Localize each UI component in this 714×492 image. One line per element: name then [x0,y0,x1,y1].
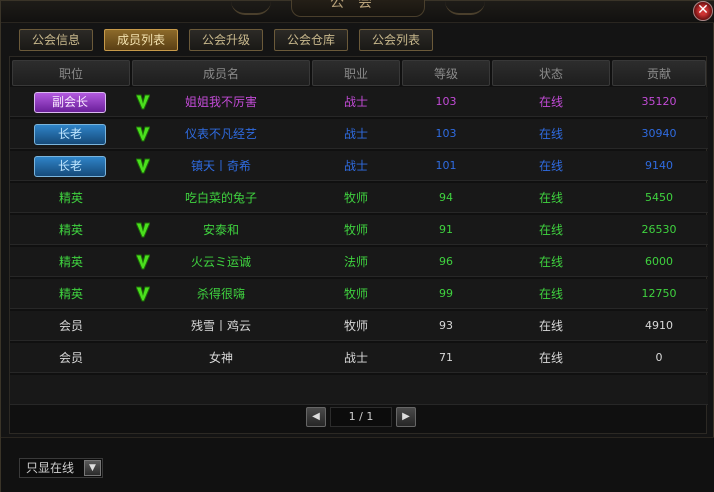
member-class: 战士 [343,351,368,365]
member-status: 在线 [538,223,563,237]
tab-guild-info[interactable]: 公会信息 [19,29,93,51]
member-status: 在线 [538,351,563,365]
member-name: 姐姐我不厉害 [184,95,257,109]
title-ornament-right [445,1,485,15]
triangle-right-icon[interactable]: ▶ [396,407,416,427]
member-level: 93 [439,319,453,332]
member-class: 牧师 [343,287,368,301]
member-table: 职位 成员名 职业 等级 状态 贡献 副会长 姐姐我不厉害 战士 103 在线 35120… [9,56,708,434]
title-ornament-left [231,1,271,15]
close-icon[interactable]: ✕ [693,1,713,21]
member-status: 在线 [538,95,563,109]
member-contribution: 26530 [641,223,677,236]
member-class: 牧师 [343,319,368,333]
member-name: 安泰和 [202,223,239,237]
member-name: 残雪丨鸡云 [190,319,251,333]
table-row[interactable]: 长老 仪表不凡经艺 战士 103 在线 30940 [10,119,708,149]
position-badge: 副会长 [34,92,106,113]
position-cell: 会员 [58,319,83,333]
position-badge: 长老 [34,156,106,177]
member-status: 在线 [538,287,563,301]
member-contribution: 5450 [645,191,673,204]
member-status: 在线 [538,159,563,173]
member-name: 火云ミ运诚 [190,255,251,269]
column-header-level[interactable]: 等级 [402,60,490,86]
tab-guild-upgrade[interactable]: 公会升级 [189,29,263,51]
member-class: 战士 [343,159,368,173]
member-level: 71 [439,351,453,364]
column-header-name[interactable]: 成员名 [132,60,310,86]
table-row[interactable]: 精英 吃白菜的兔子 牧师 94 在线 5450 [10,183,708,213]
online-filter-dropdown[interactable]: 只显在线 ▼ [19,458,103,478]
column-header-status[interactable]: 状态 [492,60,610,86]
member-contribution: 30940 [641,127,677,140]
empty-row [10,375,708,405]
member-class: 牧师 [343,223,368,237]
tab-guild-list[interactable]: 公会列表 [359,29,433,51]
member-status: 在线 [538,319,563,333]
table-row[interactable]: 精英 安泰和 牧师 91 在线 26530 [10,215,708,245]
member-status: 在线 [538,127,563,141]
window-title: 公会 [291,0,425,17]
member-contribution: 9140 [645,159,673,172]
position-cell: 精英 [58,191,83,205]
member-level: 94 [439,191,453,204]
table-row[interactable]: 副会长 姐姐我不厉害 战士 103 在线 35120 [10,87,708,117]
member-status: 在线 [538,191,563,205]
filter-label: 只显在线 [26,461,75,475]
member-level: 99 [439,287,453,300]
table-row[interactable]: 会员 女神 战士 71 在线 0 [10,343,708,373]
member-level: 96 [439,255,453,268]
member-level: 91 [439,223,453,236]
table-row[interactable]: 会员 残雪丨鸡云 牧师 93 在线 4910 [10,311,708,341]
member-status: 在线 [538,255,563,269]
position-badge: 长老 [34,124,106,145]
table-header: 职位 成员名 职业 等级 状态 贡献 [10,60,708,86]
member-contribution: 0 [655,351,663,364]
title-bar: 公会 ✕ [1,0,714,23]
member-name: 镇天丨奇希 [190,159,251,173]
tab-guild-storage[interactable]: 公会仓库 [274,29,348,51]
member-class: 战士 [343,95,368,109]
member-name: 杀得很嗨 [196,287,245,301]
member-contribution: 12750 [641,287,677,300]
position-cell: 精英 [58,223,83,237]
member-contribution: 4910 [645,319,673,332]
position-cell: 精英 [58,287,83,301]
member-level: 101 [435,159,457,172]
triangle-down-icon[interactable]: ▼ [84,460,101,476]
member-level: 103 [435,127,457,140]
member-level: 103 [435,95,457,108]
guild-window: 公会 ✕ 公会信息 成员列表 公会升级 公会仓库 公会列表 职位 成员名 职业 … [0,0,714,492]
member-name: 女神 [208,351,233,365]
member-contribution: 35120 [641,95,677,108]
member-class: 牧师 [343,191,368,205]
table-row[interactable]: 精英 杀得很嗨 牧师 99 在线 12750 [10,279,708,309]
member-name: 吃白菜的兔子 [184,191,257,205]
position-cell: 会员 [58,351,83,365]
pagination: ◀ 1 / 1 ▶ [306,407,416,427]
column-header-contribution[interactable]: 贡献 [612,60,706,86]
triangle-left-icon[interactable]: ◀ [306,407,326,427]
member-class: 战士 [343,127,368,141]
member-contribution: 6000 [645,255,673,268]
page-indicator: 1 / 1 [330,407,392,427]
column-header-position[interactable]: 职位 [12,60,130,86]
table-row[interactable]: 长老 镇天丨奇希 战士 101 在线 9140 [10,151,708,181]
column-header-class[interactable]: 职业 [312,60,400,86]
member-class: 法师 [343,255,368,269]
footer-bar [1,437,714,492]
table-row[interactable]: 精英 火云ミ运诚 法师 96 在线 6000 [10,247,708,277]
position-cell: 精英 [58,255,83,269]
tab-member-list[interactable]: 成员列表 [104,29,178,51]
member-name: 仪表不凡经艺 [184,127,257,141]
